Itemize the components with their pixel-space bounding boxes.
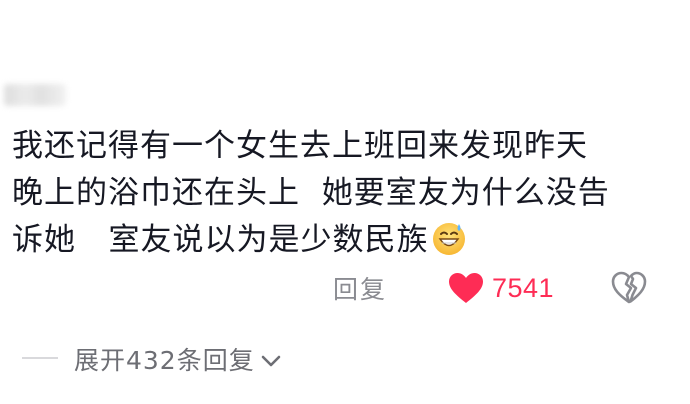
like-button[interactable]: 7541 [448,268,554,308]
reply-button[interactable]: 回复 [333,270,387,306]
broken-heart-icon[interactable] [611,271,647,305]
comment-line: 诉她 室友说以为是少数民族 [12,217,672,264]
expand-replies-button[interactable]: 展开432条回复 [74,341,281,377]
comment-actions: 回复 7541 [0,268,690,312]
comment-card: 我还记得有一个女生去上班回来发现昨天 晚上的浴巾还在头上 她要室友为什么没告 诉… [0,0,690,404]
blurred-username [4,84,66,106]
divider-line [22,357,58,359]
expand-replies-row: 展开432条回复 [0,338,690,378]
comment-line: 晚上的浴巾还在头上 她要室友为什么没告 [12,175,610,211]
heart-icon [449,273,483,303]
like-count: 7541 [492,272,555,303]
comment-text: 我还记得有一个女生去上班回来发现昨天 晚上的浴巾还在头上 她要室友为什么没告 诉… [12,123,672,264]
sweat-smile-emoji-icon [431,220,467,256]
comment-line: 我还记得有一个女生去上班回来发现昨天 [12,128,588,164]
expand-replies-label: 展开432条回复 [74,346,255,375]
chevron-down-icon [261,355,281,367]
comment-line-text: 诉她 室友说以为是少数民族 [12,222,429,258]
